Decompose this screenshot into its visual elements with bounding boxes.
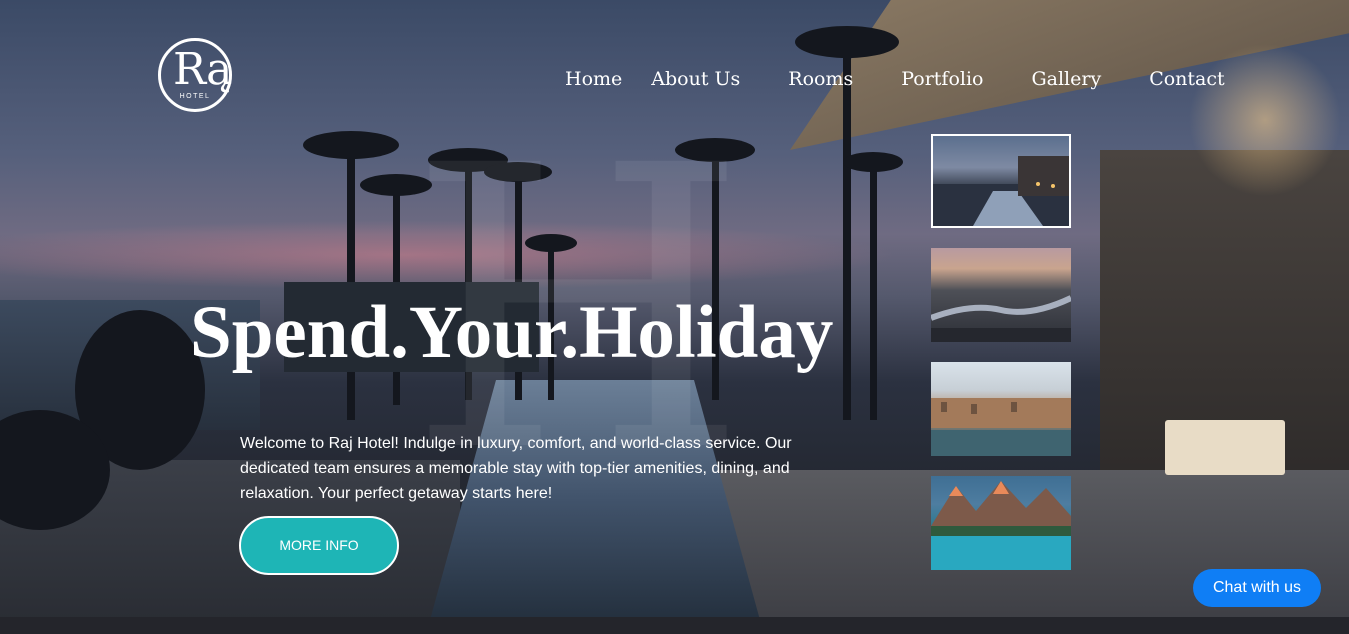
more-info-button[interactable]: MORE INFO (239, 516, 399, 575)
nav-portfolio[interactable]: Portfolio (901, 66, 983, 92)
city-thumb-image (931, 295, 1071, 342)
logo-letters: Rą (173, 44, 233, 95)
gallery-thumb-venice[interactable] (931, 362, 1071, 456)
gallery-thumb-resort[interactable] (931, 134, 1071, 228)
hero-headline: Spend.Your.Holiday (190, 291, 834, 374)
footer-bar (0, 617, 1349, 634)
nav-home[interactable]: Home (565, 66, 622, 92)
nav-about-us[interactable]: About Us (651, 66, 740, 92)
hero-description: Welcome to Raj Hotel! Indulge in luxury,… (240, 435, 792, 502)
chat-with-us-button[interactable]: Chat with us (1193, 569, 1321, 607)
mountain-thumb-image (931, 481, 1071, 570)
nav-contact[interactable]: Contact (1149, 66, 1224, 92)
logo-subtext: HOTEL (179, 93, 211, 100)
nav-gallery[interactable]: Gallery (1031, 66, 1101, 92)
gallery-thumb-city[interactable] (931, 248, 1071, 342)
nav-rooms[interactable]: Rooms (788, 66, 853, 92)
venice-thumb-image (931, 398, 1071, 456)
gallery-thumb-mountain-lake[interactable] (931, 476, 1071, 570)
main-nav: Home About Us Rooms Portfolio Gallery Co… (565, 66, 1225, 92)
resort-thumb-image (933, 156, 1069, 226)
hotel-logo[interactable]: Rą HOTEL (158, 38, 232, 112)
